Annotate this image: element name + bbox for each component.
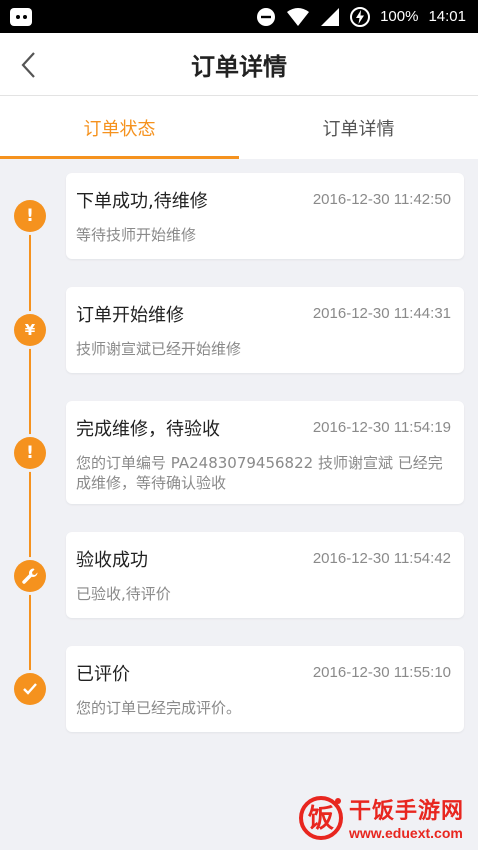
timeline-card: 已评价 2016-12-30 11:55:10 您的订单已经完成评价。	[66, 646, 464, 732]
exclamation-icon: !	[14, 437, 46, 469]
card-title: 已评价	[76, 664, 130, 685]
yen-icon: ¥	[14, 314, 46, 346]
timeline-card: 验收成功 2016-12-30 11:54:42 已验收,待评价	[66, 532, 464, 618]
title-bar: 订单详情	[0, 33, 478, 96]
card-desc: 您的订单已经完成评价。	[76, 699, 242, 717]
clock: 14:01	[428, 8, 466, 25]
tab-bar: 订单状态 订单详情	[0, 96, 478, 159]
card-desc: 您的订单编号 PA2483079456822 技师谢宣斌 已经完成维修，等待确认…	[76, 454, 443, 492]
exclamation-icon: !	[14, 200, 46, 232]
tab-order-status[interactable]: 订单状态	[0, 96, 239, 159]
card-time: 2016-12-30 11:54:42	[312, 550, 451, 567]
svg-text:饭: 饭	[308, 804, 334, 834]
checkmark-icon	[14, 673, 46, 705]
charging-icon	[350, 6, 371, 27]
app-badge-icon	[10, 7, 32, 26]
watermark-logo: 饭	[297, 793, 345, 841]
watermark: 饭 干饭手游网 www.eduext.com	[297, 792, 464, 842]
card-time: 2016-12-30 11:55:10	[312, 664, 451, 681]
timeline-card: 下单成功,待维修 2016-12-30 11:42:50 等待技师开始维修	[66, 173, 464, 259]
minus-circle-icon	[257, 7, 276, 26]
wifi-icon	[287, 7, 310, 26]
watermark-url: www.eduext.com	[348, 825, 463, 841]
card-time: 2016-12-30 11:54:19	[312, 419, 451, 436]
card-title: 完成维修，待验收	[76, 419, 220, 440]
signal-icon	[321, 7, 340, 26]
page-title: 订单详情	[191, 53, 287, 81]
card-time: 2016-12-30 11:42:50	[312, 191, 451, 208]
card-title: 订单开始维修	[76, 305, 184, 326]
wrench-icon	[14, 560, 46, 592]
card-title: 验收成功	[76, 550, 148, 571]
status-bar: 100% 14:01	[0, 0, 478, 33]
battery-percent: 100%	[380, 8, 419, 25]
timeline-card: 完成维修，待验收 2016-12-30 11:54:19 您的订单编号 PA24…	[66, 401, 464, 504]
tab-order-details[interactable]: 订单详情	[239, 96, 478, 159]
timeline-card: 订单开始维修 2016-12-30 11:44:31 技师谢宣斌已经开始维修	[66, 287, 464, 373]
card-desc: 已验收,待评价	[76, 585, 171, 603]
card-title: 下单成功,待维修	[76, 191, 208, 212]
card-desc: 技师谢宣斌已经开始维修	[76, 340, 242, 358]
card-desc: 等待技师开始维修	[76, 226, 197, 244]
card-time: 2016-12-30 11:44:31	[312, 305, 451, 322]
watermark-name: 干饭手游网	[348, 799, 464, 824]
